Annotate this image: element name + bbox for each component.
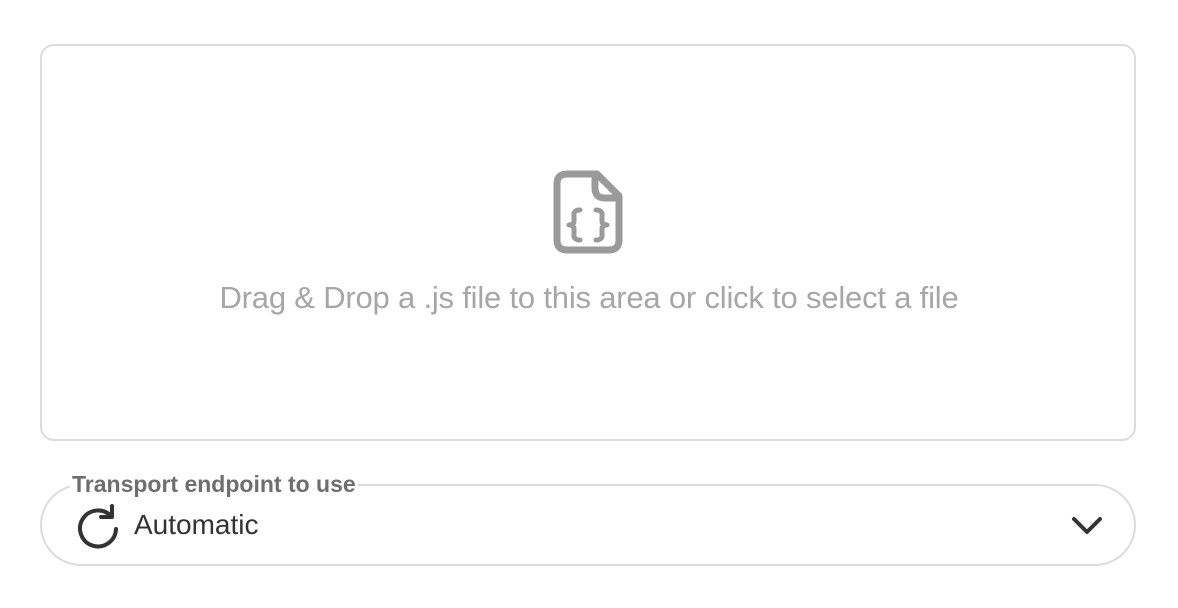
file-code-icon[interactable]	[553, 168, 625, 256]
chevron-down-icon[interactable]	[1068, 510, 1106, 540]
transport-endpoint-label: Transport endpoint to use	[70, 469, 358, 499]
transport-selected-value: Automatic	[134, 509, 259, 540]
dropzone-instructions: Drag & Drop a .js file to this area or c…	[219, 280, 959, 315]
refresh-icon	[78, 504, 118, 549]
